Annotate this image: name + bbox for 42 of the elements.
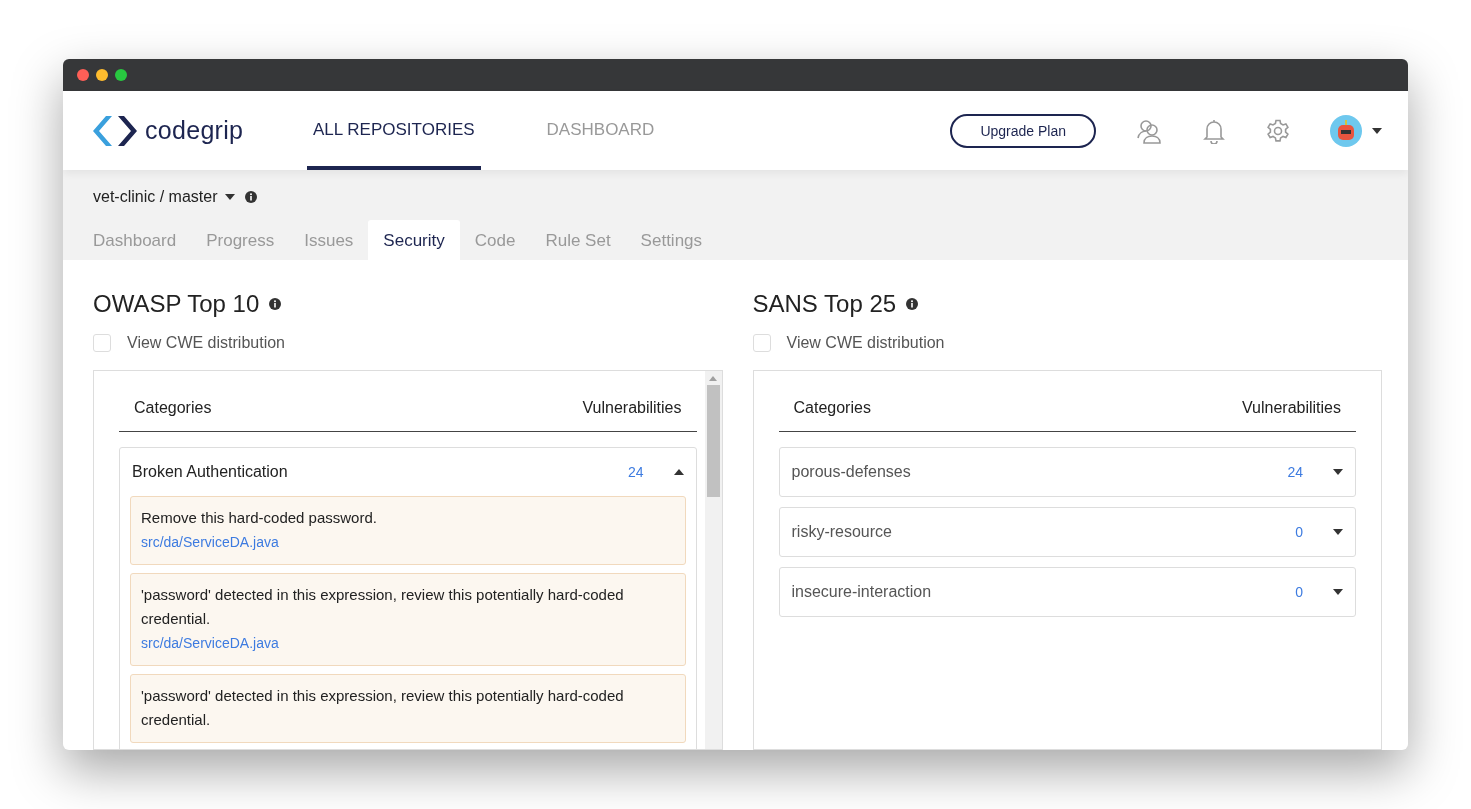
panel-title: SANS Top 25 <box>752 290 897 318</box>
logo-text: codegrip <box>145 116 244 145</box>
upgrade-button[interactable]: Upgrade Plan <box>950 113 1096 148</box>
caret-icon[interactable] <box>1333 529 1343 535</box>
file-link[interactable]: src/da/ServiceDA.java <box>141 635 279 651</box>
tab[interactable]: Security <box>368 220 460 260</box>
issue-message: 'password' detected in this expression, review this potentially hard-coded credential. <box>141 686 625 730</box>
issue-message: 'password' detected in this expression, review this potentially hard-coded credential. <box>141 585 625 629</box>
info-icon[interactable] <box>906 298 919 310</box>
users-icon[interactable] <box>1136 117 1162 144</box>
minimize-window-dot[interactable] <box>96 69 108 81</box>
bell-icon[interactable] <box>1202 117 1226 144</box>
column-header: Vulnerabilities <box>1242 399 1341 417</box>
caret-icon[interactable] <box>673 469 684 475</box>
zoom-window-dot[interactable] <box>115 69 127 81</box>
checkbox[interactable] <box>752 334 771 352</box>
issue-message: Remove this hard-coded password. <box>141 508 378 528</box>
close-window-dot[interactable] <box>77 69 89 81</box>
avatar-icon[interactable] <box>1330 114 1362 147</box>
column-header: Categories <box>134 399 212 417</box>
category-header[interactable]: insecure-interaction 0 <box>779 568 1355 616</box>
settings-icon[interactable] <box>1266 118 1290 143</box>
caret-icon[interactable] <box>225 194 236 200</box>
checkbox[interactable] <box>93 334 111 352</box>
logo-icon <box>93 115 137 146</box>
column-header: Categories <box>793 399 871 417</box>
category-header[interactable]: risky-resource 0 <box>779 508 1355 556</box>
checkbox-label[interactable]: View CWE distribution <box>786 334 945 352</box>
file-link[interactable]: src/da/ServiceDA.java <box>141 534 279 550</box>
category-header[interactable]: Broken Authentication 24 <box>120 448 696 496</box>
category-header[interactable]: porous-defenses 24 <box>779 448 1355 496</box>
info-icon[interactable] <box>269 298 282 310</box>
caret-icon[interactable] <box>1333 469 1343 475</box>
scrollbar-thumb[interactable] <box>706 385 720 497</box>
caret-icon[interactable] <box>1372 127 1382 134</box>
panel-title: OWASP Top 10 <box>93 290 260 318</box>
repo-dropdown[interactable]: vet-clinic / master <box>93 188 236 206</box>
info-icon[interactable] <box>245 191 258 203</box>
column-header: Vulnerabilities <box>582 399 682 417</box>
caret-icon[interactable] <box>1333 589 1343 595</box>
scrollbar[interactable] <box>704 371 722 749</box>
checkbox-label[interactable]: View CWE distribution <box>127 334 285 352</box>
